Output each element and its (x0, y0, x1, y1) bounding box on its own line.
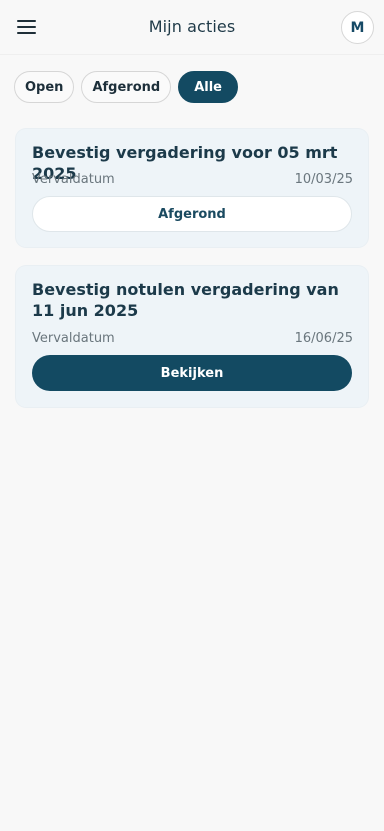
due-label: Vervaldatum (32, 172, 115, 187)
due-label: Vervaldatum (32, 331, 115, 346)
user-avatar[interactable]: M (341, 11, 374, 44)
filter-afgerond[interactable]: Afgerond (81, 71, 172, 103)
due-date: 10/03/25 (294, 172, 353, 187)
due-date: 16/06/25 (294, 331, 353, 346)
app-header: Mijn acties M (0, 0, 384, 55)
action-title: Bevestig notulen vergadering van 11 jun … (32, 280, 339, 320)
filter-open[interactable]: Open (14, 71, 75, 103)
completed-button[interactable]: Afgerond (32, 196, 352, 232)
view-button[interactable]: Bekijken (32, 355, 352, 391)
filter-tabs: Open Afgerond Alle (14, 71, 238, 103)
filter-alle[interactable]: Alle (178, 71, 238, 103)
action-card: Bevestig notulen vergadering van 11 jun … (16, 266, 368, 407)
page-title: Mijn acties (148, 17, 236, 36)
action-card: Bevestig vergadering voor 05 mrt 2025 Ve… (16, 129, 368, 247)
